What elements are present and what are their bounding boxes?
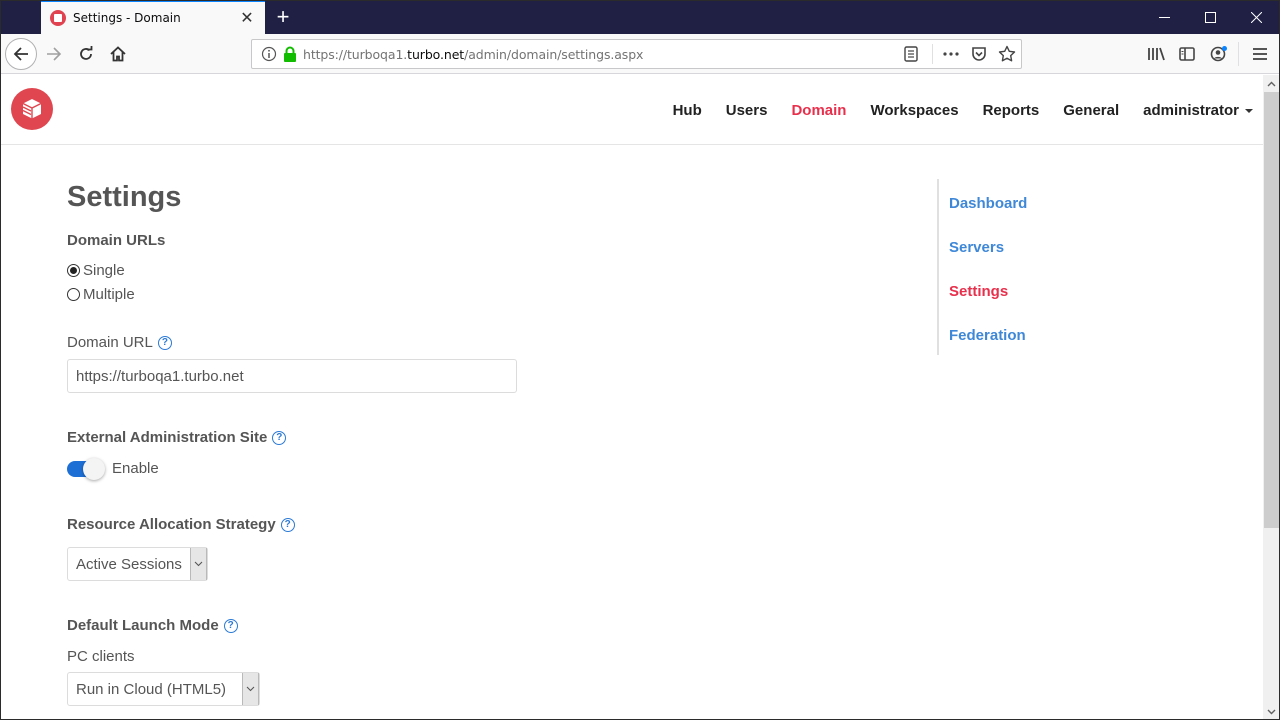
- radio-multiple[interactable]: Multiple: [67, 286, 135, 303]
- help-icon[interactable]: ?: [272, 430, 287, 445]
- account-icon: [1210, 46, 1227, 62]
- radio-multiple-button[interactable]: [67, 288, 80, 301]
- close-icon: [1250, 11, 1262, 23]
- url-prefix: https://turboqa1.: [303, 46, 408, 62]
- pc-clients-label-text: PC clients: [67, 648, 135, 665]
- page-title: Settings: [67, 181, 182, 213]
- maximize-button[interactable]: [1187, 0, 1233, 34]
- back-button[interactable]: [5, 38, 37, 70]
- toggle-knob: [83, 457, 105, 480]
- scrollbar-thumb[interactable]: [1264, 92, 1279, 528]
- close-tab-icon[interactable]: ✕: [235, 6, 259, 30]
- menu-button[interactable]: [1248, 42, 1272, 66]
- home-button[interactable]: [106, 42, 130, 66]
- default-launch-mode-label-text: Default Launch Mode: [67, 617, 219, 634]
- nav-domain[interactable]: Domain: [791, 102, 846, 119]
- lock-icon[interactable]: [283, 46, 297, 62]
- library-icon: [1148, 47, 1165, 61]
- browser-titlebar: Settings - Domain ✕ +: [0, 0, 1280, 34]
- scroll-down-icon[interactable]: [1263, 703, 1280, 720]
- default-launch-mode-label: Default Launch Mode ?: [67, 617, 238, 634]
- chevron-down-icon[interactable]: [242, 673, 260, 705]
- turbo-favicon-icon: [50, 10, 66, 26]
- radio-single[interactable]: Single: [67, 262, 125, 279]
- sidenav-settings[interactable]: Settings: [949, 283, 1008, 300]
- turbo-cube-icon: [22, 99, 42, 119]
- domain-urls-label: Domain URLs: [67, 232, 165, 249]
- external-admin-label: External Administration Site ?: [67, 429, 287, 446]
- url-bar[interactable]: https://turboqa1.turbo.net/admin/domain/…: [251, 39, 1022, 69]
- radio-single-button[interactable]: [67, 264, 80, 277]
- external-admin-toggle[interactable]: Enable: [67, 457, 159, 480]
- nav-hub[interactable]: Hub: [673, 102, 702, 119]
- toolbar-separator: [1238, 42, 1239, 66]
- nav-reports[interactable]: Reports: [983, 102, 1040, 119]
- browser-toolbar: https://turboqa1.turbo.net/admin/domain/…: [0, 34, 1280, 74]
- sidebar-toggle-button[interactable]: [1175, 42, 1199, 66]
- reload-button[interactable]: [74, 42, 98, 66]
- bookmark-star-icon[interactable]: [998, 45, 1016, 63]
- domain-url-input[interactable]: [67, 359, 517, 393]
- web-page: Hub Users Domain Workspaces Reports Gene…: [1, 75, 1263, 720]
- arrow-left-icon: [13, 47, 28, 61]
- radio-single-label: Single: [83, 262, 125, 279]
- nav-general[interactable]: General: [1063, 102, 1119, 119]
- sidenav-federation[interactable]: Federation: [949, 327, 1026, 344]
- pc-clients-label: PC clients: [67, 648, 135, 665]
- settings-sidenav: Dashboard Servers Settings Federation: [937, 179, 1137, 355]
- chevron-down-icon[interactable]: [189, 548, 207, 580]
- maximize-icon: [1204, 11, 1216, 23]
- nav-workspaces[interactable]: Workspaces: [870, 102, 958, 119]
- page-scrollbar[interactable]: [1263, 75, 1280, 720]
- turbo-logo[interactable]: [11, 88, 53, 130]
- url-bar-separator: [932, 44, 933, 64]
- pc-clients-value: Run in Cloud (HTML5): [76, 680, 227, 698]
- site-header: Hub Users Domain Workspaces Reports Gene…: [1, 75, 1263, 145]
- url-path: /admin/domain/settings.aspx: [464, 46, 644, 62]
- arrow-right-icon: [47, 47, 62, 61]
- info-icon[interactable]: [261, 46, 277, 62]
- user-menu[interactable]: administrator: [1143, 102, 1253, 119]
- new-tab-button[interactable]: +: [270, 4, 296, 30]
- resource-allocation-label-text: Resource Allocation Strategy: [67, 516, 276, 533]
- pocket-icon[interactable]: [971, 46, 987, 62]
- url-text[interactable]: https://turboqa1.turbo.net/admin/domain/…: [303, 47, 643, 62]
- sidebar-icon: [1179, 47, 1195, 61]
- toggle-label: Enable: [112, 460, 159, 477]
- hamburger-menu-icon: [1253, 48, 1267, 60]
- minimize-button[interactable]: [1141, 0, 1187, 34]
- resource-allocation-value: Active Sessions: [76, 555, 182, 573]
- help-icon[interactable]: ?: [223, 618, 238, 633]
- help-icon[interactable]: ?: [280, 517, 295, 532]
- account-button[interactable]: [1207, 42, 1231, 66]
- external-admin-label-text: External Administration Site: [67, 429, 268, 446]
- reader-view-icon[interactable]: [904, 46, 918, 62]
- radio-multiple-label: Multiple: [83, 286, 135, 303]
- browser-tab-active[interactable]: Settings - Domain ✕: [41, 0, 265, 34]
- sidenav-servers[interactable]: Servers: [949, 239, 1004, 256]
- caret-down-icon: [1245, 108, 1253, 113]
- scroll-up-icon[interactable]: [1263, 75, 1280, 92]
- home-icon: [110, 46, 126, 62]
- close-window-button[interactable]: [1233, 0, 1279, 34]
- domain-url-label-text: Domain URL: [67, 334, 153, 351]
- forward-button[interactable]: [42, 42, 66, 66]
- minimize-icon: [1158, 16, 1170, 18]
- toggle-switch[interactable]: [67, 457, 105, 480]
- help-icon[interactable]: ?: [157, 335, 172, 350]
- user-menu-label: administrator: [1143, 101, 1239, 119]
- nav-users[interactable]: Users: [726, 102, 768, 119]
- url-host: turbo.net: [407, 46, 465, 62]
- pc-clients-select[interactable]: Run in Cloud (HTML5): [67, 672, 261, 706]
- tab-title: Settings - Domain: [73, 11, 181, 25]
- sidenav-dashboard[interactable]: Dashboard: [949, 195, 1027, 212]
- domain-urls-label-text: Domain URLs: [67, 232, 166, 249]
- resource-allocation-label: Resource Allocation Strategy ?: [67, 516, 295, 533]
- resource-allocation-select[interactable]: Active Sessions: [67, 547, 208, 581]
- library-button[interactable]: [1144, 42, 1168, 66]
- domain-url-label: Domain URL ?: [67, 334, 172, 351]
- more-actions-icon[interactable]: [942, 46, 960, 62]
- reload-icon: [80, 46, 93, 60]
- main-nav: Hub Users Domain Workspaces Reports Gene…: [649, 75, 1253, 145]
